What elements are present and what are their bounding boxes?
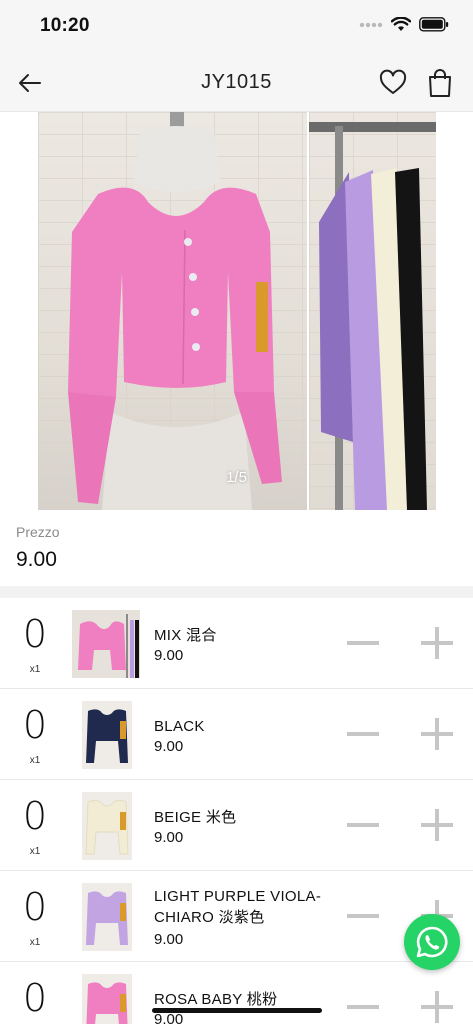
heart-icon <box>379 69 407 94</box>
whatsapp-button[interactable] <box>404 914 460 970</box>
home-indicator <box>152 1008 322 1013</box>
plus-icon <box>421 991 453 1023</box>
price-section: Prezzo 9.00 <box>0 510 473 586</box>
status-time: 10:20 <box>40 15 90 36</box>
variant-quantity: 0 <box>22 885 48 929</box>
wifi-icon <box>391 17 411 31</box>
plus-icon <box>421 718 453 750</box>
plus-icon <box>421 809 453 841</box>
minus-icon <box>347 732 379 736</box>
variant-quantity: 0 <box>22 794 48 838</box>
plus-icon <box>421 627 453 659</box>
decrease-quantity-button[interactable] <box>344 715 382 753</box>
gallery-page-counter: 1/5 <box>226 469 247 486</box>
price-label: Prezzo <box>16 524 60 540</box>
product-image-gallery[interactable]: 1/5 <box>0 112 473 510</box>
variant-name: LIGHT PURPLE VIOLA-CHIARO 淡紫色 <box>154 888 322 926</box>
variant-name: BLACK <box>154 718 205 735</box>
section-divider <box>0 586 473 598</box>
favorite-button[interactable] <box>379 69 407 97</box>
variant-price: 9.00 <box>154 829 184 846</box>
shopping-bag-icon <box>429 69 451 97</box>
decrease-quantity-button[interactable] <box>344 897 382 935</box>
variant-thumbnail[interactable] <box>82 883 132 951</box>
variant-thumbnail[interactable] <box>72 610 140 678</box>
increase-quantity-button[interactable] <box>418 988 456 1024</box>
variant-row: 0 x1 ROSA BABY 桃粉 9.00 <box>0 962 473 1024</box>
increase-quantity-button[interactable] <box>418 624 456 662</box>
cart-button[interactable] <box>427 68 455 98</box>
decrease-quantity-button[interactable] <box>344 806 382 844</box>
variant-quantity: 0 <box>22 703 48 747</box>
product-photo-rack <box>309 112 436 510</box>
minus-icon <box>347 641 379 645</box>
variant-multiplier: x1 <box>29 755 41 766</box>
variant-multiplier: x1 <box>29 937 41 948</box>
status-icons <box>359 17 449 32</box>
variant-thumbnail[interactable] <box>82 792 132 860</box>
increase-quantity-button[interactable] <box>418 715 456 753</box>
variant-multiplier: x1 <box>29 664 41 675</box>
variant-quantity: 0 <box>22 976 48 1020</box>
variant-thumbnail[interactable] <box>82 701 132 769</box>
variant-name: BEIGE 米色 <box>154 809 237 826</box>
minus-icon <box>347 823 379 827</box>
decrease-quantity-button[interactable] <box>344 624 382 662</box>
variant-name: ROSA BABY 桃粉 <box>154 991 278 1008</box>
variant-multiplier: x1 <box>29 846 41 857</box>
signal-dots-icon <box>359 22 383 27</box>
nav-bar: JY1015 <box>0 52 473 112</box>
minus-icon <box>347 1005 379 1009</box>
increase-quantity-button[interactable] <box>418 806 456 844</box>
battery-icon <box>419 17 449 32</box>
variant-thumbnail[interactable] <box>82 974 132 1024</box>
variant-row: 0 x1 BLACK 9.00 <box>0 689 473 780</box>
variant-price: 9.00 <box>154 738 184 755</box>
price-value: 9.00 <box>16 548 57 571</box>
variant-price: 9.00 <box>154 931 184 948</box>
decrease-quantity-button[interactable] <box>344 988 382 1024</box>
variant-list: 0 x1 MIX 混合 9.00 0 x1 BLACK 9.00 0 x1 BE… <box>0 598 473 1024</box>
variant-row: 0 x1 LIGHT PURPLE VIOLA-CHIARO 淡紫色 9.00 <box>0 871 473 962</box>
status-bar: 10:20 <box>0 0 473 52</box>
variant-quantity: 0 <box>22 612 48 656</box>
variant-row: 0 x1 MIX 混合 9.00 <box>0 598 473 689</box>
variant-price: 9.00 <box>154 647 184 664</box>
product-photo-main <box>38 112 307 510</box>
variant-name: MIX 混合 <box>154 627 217 644</box>
variant-row: 0 x1 BEIGE 米色 9.00 <box>0 780 473 871</box>
minus-icon <box>347 914 379 918</box>
whatsapp-icon <box>416 926 448 958</box>
